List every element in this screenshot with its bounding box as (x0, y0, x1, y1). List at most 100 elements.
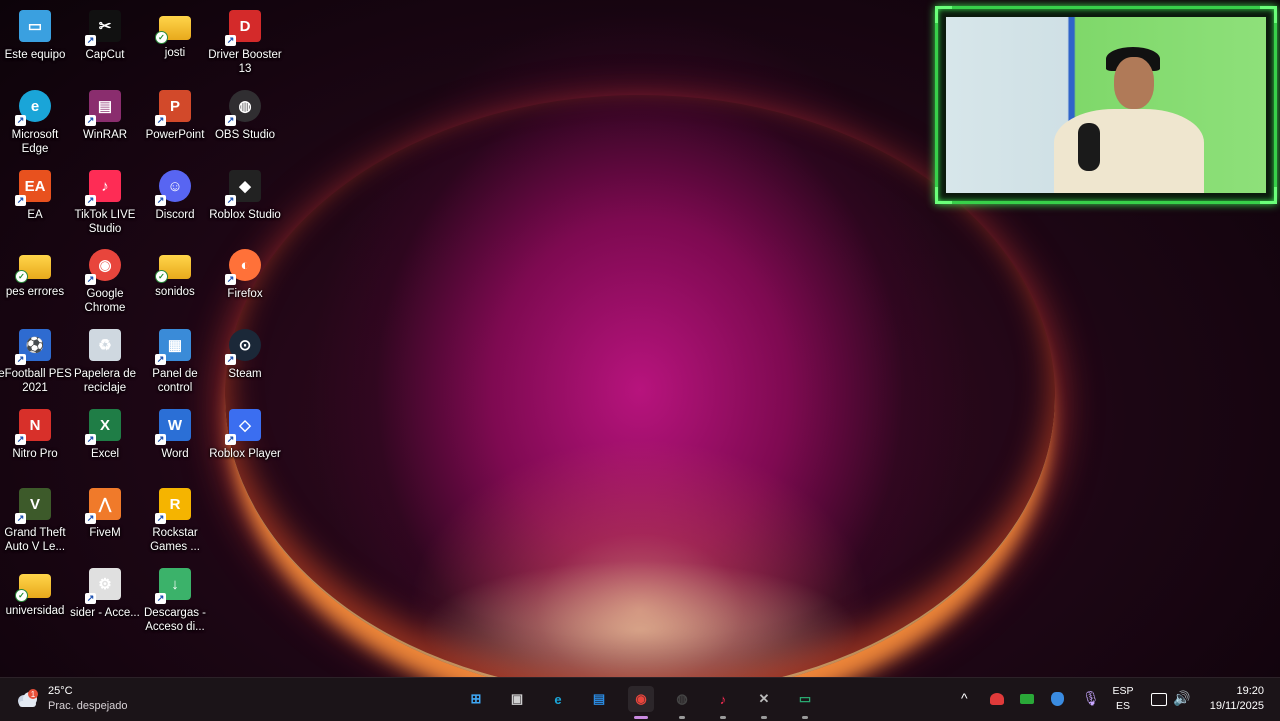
desktop: ▭ Este equipo e ↗ Microsoft Edge EA ↗ EA ✓ pes er… (0, 0, 1280, 677)
taskbar-store[interactable]: ▤ (586, 686, 612, 712)
chevron-up-icon[interactable]: ^ (961, 690, 968, 706)
desktop-icon-label: Panel de control (152, 368, 198, 394)
taskbar-obs[interactable]: ◍ (669, 686, 695, 719)
desktop-icon-label: Papelera de reciclaje (73, 368, 137, 394)
wallpaper-ring (225, 95, 1055, 677)
shortcut-arrow-icon: ↗ (155, 115, 166, 126)
language-indicator[interactable]: ESP ES (1110, 684, 1136, 714)
tools-icon: ✕ (758, 691, 770, 706)
winrar-icon: ▤ ↗ (85, 90, 121, 126)
shortcut-arrow-icon: ↗ (155, 434, 166, 445)
desktop-icon[interactable]: ♻ Papelera de reciclaje (70, 323, 140, 395)
desktop-icon-label: Microsoft Edge (11, 129, 59, 155)
task-view-button[interactable]: ▣ (504, 686, 530, 712)
desktop-icon[interactable]: ⚽ ↗ eFootball PES 2021 (0, 323, 72, 395)
desktop-icon[interactable]: ↓ ↗ Descargas - Acceso di... (140, 562, 210, 634)
shortcut-arrow-icon: ↗ (225, 195, 236, 206)
desktop-icon[interactable]: D ↗ Driver Booster 13 (208, 4, 282, 76)
rockstar-icon: R ↗ (155, 488, 191, 524)
desktop-icon[interactable]: ◆ ↗ Roblox Studio (209, 164, 281, 222)
capcut-icon: ✂ ↗ (85, 10, 121, 46)
weather-cloud-icon: 1 (14, 689, 40, 709)
shortcut-arrow-icon: ↗ (155, 354, 166, 365)
desktop-icon-label: Descargas - Acceso di... (144, 607, 206, 633)
running-indicator (634, 716, 648, 719)
desktop-icon[interactable]: ✓ josti (140, 4, 210, 60)
desktop-icon[interactable]: ◍ ↗ OBS Studio (210, 84, 280, 142)
taskbar-chrome[interactable]: ◉ (628, 686, 654, 719)
frame-corner (1260, 6, 1277, 23)
desktop-icon[interactable]: ⚙ ↗ sider - Acce... (70, 562, 140, 620)
clock[interactable]: 19:20 19/11/2025 (1198, 684, 1264, 714)
desktop-icon-label: Word (161, 448, 189, 460)
weather-temp: 25°C (48, 685, 73, 697)
shortcut-arrow-icon: ↗ (225, 115, 236, 126)
desktop-icon[interactable]: ✂ ↗ CapCut (70, 4, 140, 62)
folder-icon: ✓ (15, 255, 51, 283)
desktop-icon[interactable]: ◉ ↗ Google Chrome (70, 243, 140, 315)
folder-icon: ✓ (15, 574, 51, 602)
shortcut-arrow-icon: ↗ (15, 354, 26, 365)
desktop-icon[interactable]: R ↗ Rockstar Games ... (140, 482, 210, 554)
shortcut-arrow-icon: ↗ (225, 35, 236, 46)
microphone-tray-icon[interactable]: 🎙 (1082, 690, 1100, 707)
tiktok-live-icon: ♪ ↗ (85, 170, 121, 206)
nvidia-tray-icon[interactable] (1020, 694, 1034, 704)
webcam-video (946, 17, 1266, 193)
shortcut-arrow-icon: ↗ (155, 195, 166, 206)
sync-check-icon: ✓ (15, 270, 28, 283)
desktop-icon[interactable]: ✓ sonidos (140, 243, 210, 299)
network-icon[interactable] (1151, 693, 1167, 706)
edge-icon: e ↗ (15, 90, 51, 126)
volume-icon[interactable]: 🔊 (1173, 690, 1190, 707)
desktop-icon[interactable]: P ↗ PowerPoint (140, 84, 210, 142)
desktop-icon[interactable]: W ↗ Word (140, 403, 210, 461)
desktop-icon[interactable]: ✓ pes errores (0, 243, 70, 299)
taskbar-monitor[interactable]: ▭ (792, 686, 818, 719)
taskbar: 1 25°C Prac. despejado ⊞ ▣ e ▤ ◉ ◍ ♪ ✕ ▭ ^ 🎙 ESP… (0, 677, 1280, 721)
desktop-icon-label: Google Chrome (84, 288, 126, 314)
desktop-icon[interactable]: ✓ universidad (0, 562, 70, 618)
windows-icon: ⊞ (470, 691, 482, 706)
desktop-icon[interactable]: X ↗ Excel (70, 403, 140, 461)
desktop-icon-label: Driver Booster 13 (208, 49, 282, 75)
efootball-icon: ⚽ ↗ (15, 329, 51, 365)
desktop-icon[interactable]: ♪ ↗ TikTok LIVE Studio (70, 164, 140, 236)
desktop-icon-label: Este equipo (4, 49, 66, 61)
weather-widget[interactable]: 1 25°C Prac. despejado (14, 684, 128, 714)
desktop-icon[interactable]: ▭ Este equipo (0, 4, 70, 62)
desktop-icon[interactable]: ⊙ ↗ Steam (210, 323, 280, 381)
webcam-overlay (935, 6, 1277, 204)
desktop-icon-label: universidad (5, 605, 65, 617)
language-primary: ESP (1112, 685, 1134, 697)
desktop-icon[interactable]: ▤ ↗ WinRAR (70, 84, 140, 142)
desktop-icon-label: Excel (90, 448, 120, 460)
desktop-icon-label: Nitro Pro (12, 448, 58, 460)
desktop-icon[interactable]: ⋀ ↗ FiveM (70, 482, 140, 540)
taskbar-tools[interactable]: ✕ (751, 686, 777, 719)
desktop-icon[interactable]: ▦ ↗ Panel de control (140, 323, 210, 395)
desktop-icon-label: Roblox Player (209, 448, 281, 460)
start-button[interactable]: ⊞ (463, 686, 489, 712)
security-shield-icon[interactable] (1051, 692, 1064, 706)
chrome-icon: ◉ ↗ (85, 249, 121, 285)
desktop-icon[interactable]: N ↗ Nitro Pro (0, 403, 70, 461)
desktop-icon[interactable]: ☺ ↗ Discord (140, 164, 210, 222)
desktop-icon[interactable]: V ↗ Grand Theft Auto V Le... (0, 482, 70, 554)
desktop-icon[interactable]: e ↗ Microsoft Edge (0, 84, 70, 156)
taskbar-edge[interactable]: e (545, 686, 571, 712)
ea-icon: EA ↗ (15, 170, 51, 206)
desktop-icon[interactable]: ◇ ↗ Roblox Player (209, 403, 281, 461)
desktop-icon[interactable]: EA ↗ EA (0, 164, 70, 222)
taskbar-tiktok-live[interactable]: ♪ (710, 686, 736, 719)
desktop-icon-label: WinRAR (82, 129, 128, 141)
shortcut-arrow-icon: ↗ (85, 274, 96, 285)
desktop-icon[interactable]: ◐ ↗ Firefox (210, 243, 280, 301)
excel-icon: X ↗ (85, 409, 121, 445)
running-indicator (802, 716, 808, 719)
clock-time: 19:20 (1236, 685, 1264, 697)
desktop-icon-label: sonidos (155, 286, 195, 298)
antivirus-tray-icon[interactable] (990, 693, 1004, 705)
desktop-icon-label: FiveM (89, 527, 121, 539)
task-view-icon: ▣ (510, 691, 524, 706)
